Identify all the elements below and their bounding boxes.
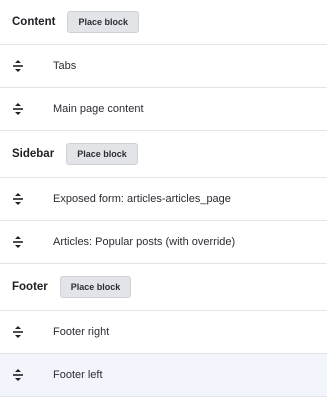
block-label: Footer right [53, 326, 110, 338]
block-layout: Content Place block Tabs Main page conte… [0, 0, 327, 400]
block-label: Articles: Popular posts (with override) [53, 236, 236, 248]
drag-handle-icon[interactable] [12, 193, 24, 205]
region-header-footer: Footer Place block [0, 264, 327, 311]
block-row-exposed-form: Exposed form: articles-articles_page [0, 178, 327, 221]
drag-handle-icon[interactable] [12, 326, 24, 338]
region-title-content: Content [12, 16, 56, 28]
region-header-content: Content Place block [0, 0, 327, 45]
block-label: Main page content [53, 103, 144, 115]
drag-handle-icon[interactable] [12, 103, 24, 115]
block-label: Tabs [53, 60, 77, 72]
block-row-footer-right: Footer right [0, 311, 327, 354]
block-row-tabs: Tabs [0, 45, 327, 88]
place-block-button-sidebar[interactable]: Place block [66, 143, 138, 165]
block-label: Footer left [53, 369, 103, 381]
region-title-footer: Footer [12, 281, 48, 293]
block-row-footer-left: Footer left [0, 354, 327, 397]
drag-handle-icon[interactable] [12, 60, 24, 72]
place-block-button-content[interactable]: Place block [67, 11, 139, 33]
block-row-main-page-content: Main page content [0, 88, 327, 131]
drag-handle-icon[interactable] [12, 369, 24, 381]
region-title-sidebar: Sidebar [12, 148, 55, 160]
block-row-popular-posts: Articles: Popular posts (with override) [0, 221, 327, 264]
place-block-button-footer[interactable]: Place block [59, 276, 132, 298]
block-label: Exposed form: articles-articles_page [53, 193, 231, 205]
drag-handle-icon[interactable] [12, 236, 24, 248]
region-header-sidebar: Sidebar Place block [0, 131, 327, 178]
